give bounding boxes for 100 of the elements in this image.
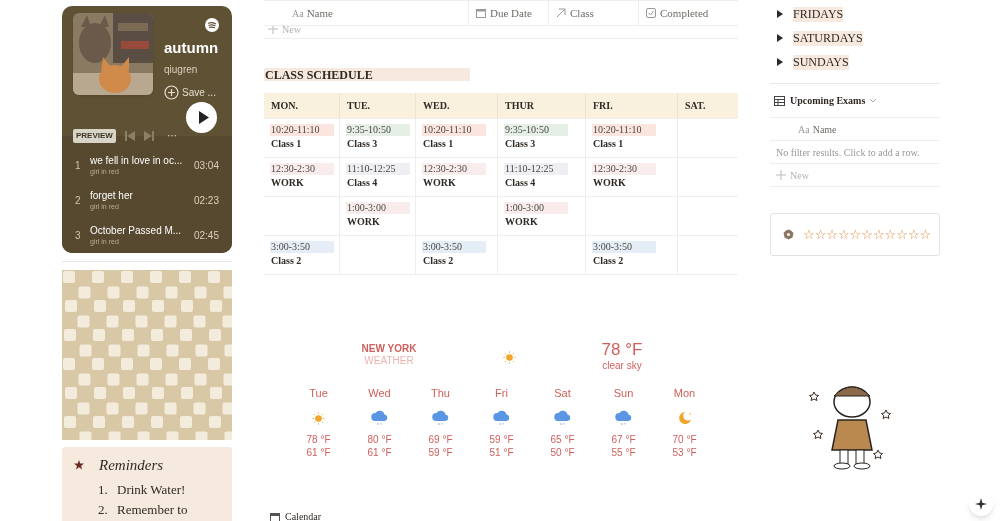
weather-condition: clear sky: [602, 360, 642, 372]
forecast-day: Tue: [309, 386, 328, 400]
sun-icon: [312, 410, 325, 426]
calendar-icon: [476, 8, 486, 18]
rain-cloud-icon: [554, 410, 571, 426]
track-duration: 02:45: [193, 229, 219, 243]
class-label: Class 2: [592, 254, 625, 268]
forecast-day: Wed: [368, 386, 391, 400]
table-header-cell: WED.: [415, 93, 497, 118]
city-name: NEW YORK: [361, 343, 417, 355]
table-header-cell: SAT.: [677, 93, 738, 118]
track-title: we fell in love in oc...: [90, 154, 184, 167]
class-label: Class 1: [270, 137, 303, 151]
low-temperature: 50 °F: [550, 447, 575, 459]
class-label: WORK: [422, 176, 457, 190]
calendar-icon: [270, 511, 280, 521]
class-label: Class 4: [346, 176, 379, 190]
database-title[interactable]: Upcoming Exams: [790, 93, 866, 108]
class-label: WORK: [592, 176, 627, 190]
next-icon: [143, 131, 154, 141]
track-duration: 03:04: [193, 159, 219, 173]
rain-cloud-icon: [615, 410, 632, 426]
high-temperature: 65 °F: [550, 434, 575, 446]
music-logo-icon: [205, 18, 219, 32]
class-label: WORK: [504, 215, 539, 229]
flower-icon: [783, 229, 794, 240]
low-temperature: 59 °F: [428, 447, 453, 459]
plus-icon: [164, 85, 179, 100]
text-type-marker: Aa: [798, 122, 810, 137]
weather-label: WEATHER: [364, 355, 414, 367]
time-tag: 3:00-3:50: [592, 241, 656, 253]
high-temperature: 59 °F: [489, 434, 514, 446]
column-header[interactable]: Aa Name: [770, 118, 940, 141]
class-label: WORK: [346, 215, 381, 229]
list-number: 1.: [98, 481, 109, 497]
expand-triangle-icon[interactable]: [776, 58, 784, 66]
high-temperature: 69 °F: [428, 434, 453, 446]
time-tag: 10:20-11:10: [422, 124, 486, 136]
time-tag: 3:00-3:50: [270, 241, 334, 253]
column-header[interactable]: Aa Name: [264, 1, 468, 25]
column-header[interactable]: Completed: [638, 1, 738, 25]
class-label: Class 3: [346, 137, 379, 151]
play-icon: [197, 111, 209, 124]
column-header[interactable]: Due Date: [468, 1, 548, 25]
time-tag: 1:00-3:00: [504, 202, 568, 214]
track-number: 1: [75, 159, 82, 173]
low-temperature: 61 °F: [306, 447, 331, 459]
sun-icon: [503, 351, 516, 364]
time-tag: 10:20-11:10: [592, 124, 656, 136]
low-temperature: 55 °F: [611, 447, 636, 459]
high-temperature: 67 °F: [611, 434, 636, 446]
more-button[interactable]: ···: [166, 131, 177, 141]
plus-icon: [268, 26, 278, 34]
sparkle-icon: [975, 498, 987, 510]
table-header-cell: TUE.: [339, 93, 415, 118]
table-header-cell-text: MON.: [270, 99, 299, 113]
column-header[interactable]: Class: [548, 1, 638, 25]
forecast-day: Fri: [495, 386, 508, 400]
low-temperature: 61 °F: [367, 447, 392, 459]
class-label: Class 4: [504, 176, 537, 190]
track-number: 2: [75, 194, 82, 208]
time-tag: 11:10-12:25: [504, 163, 568, 175]
low-temperature: 53 °F: [672, 447, 697, 459]
table-header-cell: FRI.: [585, 93, 677, 118]
star-icon: [74, 460, 84, 471]
moon-icon: [677, 410, 692, 426]
class-label: Class 3: [504, 137, 537, 151]
expand-triangle-icon[interactable]: [776, 34, 784, 42]
list-number: 2.: [98, 501, 109, 517]
high-temperature: 70 °F: [672, 434, 697, 446]
checkbox-icon: [646, 8, 656, 18]
track-duration: 02:23: [193, 194, 219, 208]
high-temperature: 80 °F: [367, 434, 392, 446]
class-label: Class 2: [270, 254, 303, 268]
time-tag: 9:35-10:50: [504, 124, 568, 136]
arrow-icon: [556, 8, 566, 18]
toggle-heading[interactable]: FRIDAYS: [793, 6, 844, 22]
class-label: WORK: [270, 176, 305, 190]
play-button[interactable]: [186, 102, 217, 133]
class-label: Class 1: [592, 137, 625, 151]
reminders-title: Reminders: [99, 456, 164, 475]
table-header-cell: THUR: [497, 93, 585, 118]
low-temperature: 51 °F: [489, 447, 514, 459]
sparkle-button[interactable]: [969, 492, 993, 516]
save-button[interactable]: Save ...: [164, 85, 220, 100]
schedule-title: CLASS SCHEDULE: [264, 68, 470, 81]
expand-triangle-icon[interactable]: [776, 10, 784, 18]
time-tag: 9:35-10:50: [346, 124, 410, 136]
reminder-text: Remember to: [117, 501, 188, 517]
forecast-day: Sat: [554, 386, 571, 400]
toggle-heading[interactable]: SUNDAYS: [793, 54, 849, 70]
rain-cloud-icon: [432, 410, 449, 426]
time-tag: 11:10-12:25: [346, 163, 410, 175]
forecast-day: Sun: [613, 386, 634, 400]
forecast-day: Mon: [673, 386, 696, 400]
toggle-heading[interactable]: SATURDAYS: [793, 30, 863, 46]
track-title: forget her: [90, 189, 134, 202]
time-tag: 10:20-11:10: [270, 124, 334, 136]
time-tag: 1:00-3:00: [346, 202, 410, 214]
time-tag: 12:30-2:30: [422, 163, 486, 175]
